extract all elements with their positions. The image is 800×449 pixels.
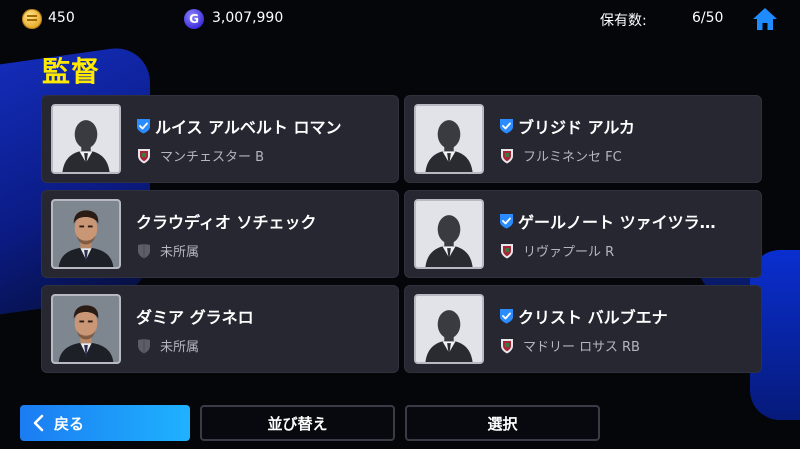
manager-card[interactable]: ダミア グラネロ 未所属 — [41, 285, 399, 373]
manager-name-row: ブリジド アルカ — [499, 116, 635, 137]
manager-portrait — [414, 104, 484, 174]
no-club-shield-icon — [138, 243, 150, 258]
manager-portrait — [51, 294, 121, 364]
manager-portrait — [51, 199, 121, 269]
manager-club-row: リヴァプール R — [499, 241, 614, 260]
manager-photo — [53, 201, 119, 267]
top-bar: 450 G 3,007,990 保有数: 6/50 — [0, 0, 800, 38]
verified-icon — [500, 119, 513, 134]
back-button[interactable]: 戻る — [20, 405, 190, 441]
manager-portrait — [414, 199, 484, 269]
verified-icon — [137, 119, 150, 134]
manager-name-row: クリスト バルブエナ — [499, 306, 668, 327]
manager-club-row: マンチェスター B — [136, 146, 264, 165]
back-button-label: 戻る — [54, 414, 85, 433]
manager-name: ルイス アルベルト ロマン — [155, 118, 342, 137]
home-icon[interactable] — [752, 6, 778, 32]
manager-club: フルミネンセ FC — [523, 150, 622, 165]
manager-name: ブリジド アルカ — [518, 118, 635, 137]
select-button[interactable]: 選択 — [405, 405, 600, 441]
chevron-left-icon — [33, 414, 44, 432]
silhouette-portrait — [416, 296, 482, 362]
manager-name-row: ダミア グラネロ — [136, 306, 254, 327]
manager-club: 未所属 — [160, 340, 200, 355]
club-crest-icon — [501, 338, 513, 353]
manager-portrait — [414, 294, 484, 364]
owned-count-value: 6/50 — [692, 10, 724, 26]
no-club-shield-icon — [138, 338, 150, 353]
coin-icon — [22, 9, 42, 29]
manager-card[interactable]: ゲールノート ツァイツラ… リヴァプール R — [404, 190, 762, 278]
manager-card[interactable]: クリスト バルブエナ マドリー ロサス RB — [404, 285, 762, 373]
manager-name: ダミア グラネロ — [136, 308, 254, 327]
silhouette-portrait — [416, 201, 482, 267]
silhouette-portrait — [416, 106, 482, 172]
manager-club: リヴァプール R — [523, 245, 615, 260]
manager-name-row: クラウディオ ソチェック — [136, 211, 317, 232]
manager-club-row: 未所属 — [136, 241, 199, 260]
manager-name-row: ゲールノート ツァイツラ… — [499, 211, 716, 232]
club-crest-icon — [501, 148, 513, 163]
gp-balance: 3,007,990 — [212, 10, 284, 26]
select-button-label: 選択 — [487, 414, 518, 433]
manager-portrait — [51, 104, 121, 174]
sort-button-label: 並び替え — [267, 414, 328, 433]
manager-card[interactable]: クラウディオ ソチェック 未所属 — [41, 190, 399, 278]
manager-club: 未所属 — [160, 245, 200, 260]
club-crest-icon — [501, 243, 513, 258]
manager-card[interactable]: ルイス アルベルト ロマン マンチェスター B — [41, 95, 399, 183]
manager-club-row: フルミネンセ FC — [499, 146, 622, 165]
manager-club-row: マドリー ロサス RB — [499, 336, 640, 355]
manager-photo — [53, 296, 119, 362]
manager-club: マンチェスター B — [160, 150, 265, 165]
manager-name: クリスト バルブエナ — [518, 308, 668, 327]
verified-icon — [500, 214, 513, 229]
owned-count-label: 保有数: — [600, 13, 647, 29]
sort-button[interactable]: 並び替え — [200, 405, 395, 441]
manager-name: ゲールノート ツァイツラ… — [518, 213, 716, 232]
club-crest-icon — [138, 148, 150, 163]
manager-club-row: 未所属 — [136, 336, 199, 355]
silhouette-portrait — [53, 106, 119, 172]
manager-card[interactable]: ブリジド アルカ フルミネンセ FC — [404, 95, 762, 183]
coins-balance: 450 — [48, 10, 75, 26]
manager-name-row: ルイス アルベルト ロマン — [136, 116, 342, 137]
manager-club: マドリー ロサス RB — [523, 340, 640, 355]
page-title: 監督 — [42, 55, 101, 88]
verified-icon — [500, 309, 513, 324]
gp-icon: G — [184, 9, 204, 29]
manager-name: クラウディオ ソチェック — [136, 213, 317, 232]
